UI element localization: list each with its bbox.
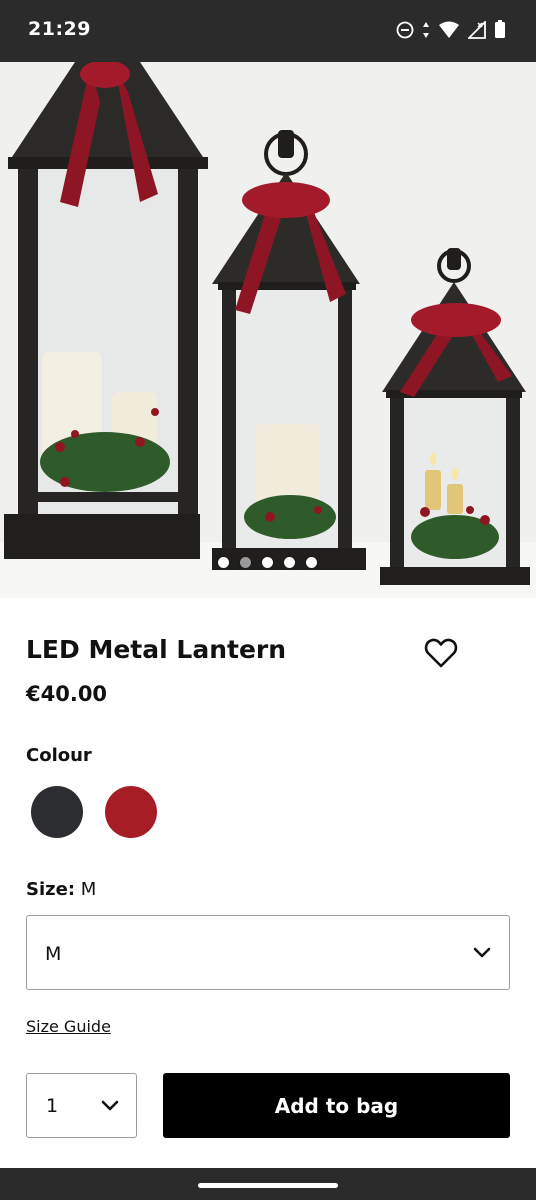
- do-not-disturb-icon: [396, 21, 414, 39]
- gallery-dot[interactable]: [306, 557, 317, 568]
- quantity-value: 1: [46, 1095, 59, 1117]
- chevron-down-icon: [473, 944, 491, 963]
- add-to-bag-button[interactable]: Add to bag: [163, 1073, 510, 1138]
- gallery-pagination: [218, 557, 317, 568]
- colour-swatch-black[interactable]: [31, 786, 83, 838]
- gallery-dot[interactable]: [262, 557, 273, 568]
- wifi-icon: [438, 21, 460, 39]
- size-guide-link[interactable]: Size Guide: [26, 1017, 111, 1036]
- gallery-dot-active[interactable]: [240, 557, 251, 568]
- status-icons: [396, 20, 506, 39]
- quantity-dropdown[interactable]: 1: [26, 1073, 137, 1138]
- data-arrows-icon: [422, 21, 430, 39]
- gallery-dot[interactable]: [284, 557, 295, 568]
- status-bar: 21:29: [0, 0, 536, 62]
- navigation-bar: [0, 1168, 536, 1200]
- size-label-text: Size:: [26, 879, 76, 900]
- chevron-down-icon: [101, 1097, 119, 1116]
- home-gesture-handle[interactable]: [198, 1183, 338, 1188]
- product-price: €40.00: [26, 682, 108, 706]
- wishlist-heart-icon[interactable]: [424, 637, 458, 669]
- size-label: Size: M: [26, 879, 96, 900]
- colour-label: Colour: [26, 745, 92, 766]
- product-title: LED Metal Lantern: [26, 635, 287, 664]
- battery-icon: [494, 20, 506, 39]
- gallery-dot[interactable]: [218, 557, 229, 568]
- signal-icon: [468, 20, 486, 39]
- size-dropdown[interactable]: M: [26, 915, 510, 990]
- status-time: 21:29: [28, 18, 91, 40]
- size-selected-value: M: [45, 943, 62, 965]
- colour-swatch-red[interactable]: [105, 786, 157, 838]
- size-current-value: M: [80, 879, 97, 900]
- product-image[interactable]: [0, 62, 536, 598]
